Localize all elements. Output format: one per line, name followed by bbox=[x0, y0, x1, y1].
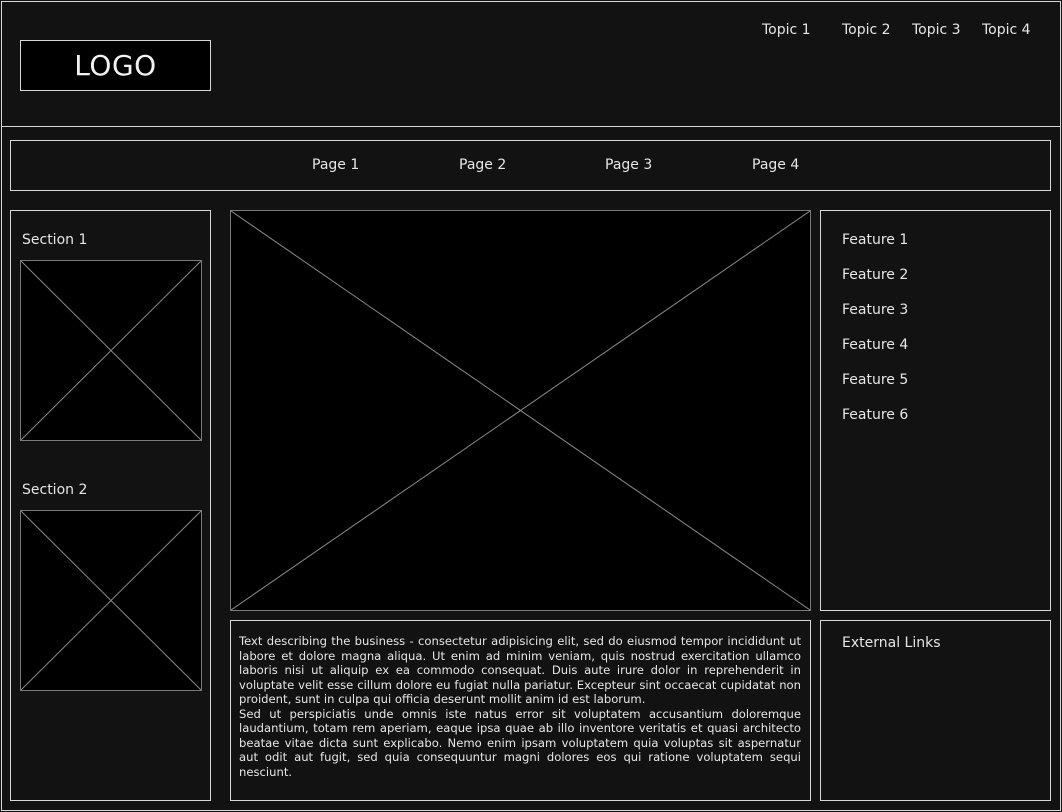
feature-link-5[interactable]: Feature 5 bbox=[842, 372, 908, 388]
page-link-2[interactable]: Page 2 bbox=[459, 157, 506, 173]
external-links-title[interactable]: External Links bbox=[842, 635, 941, 651]
section-1-image-placeholder bbox=[20, 260, 202, 441]
topic-link-4[interactable]: Topic 4 bbox=[982, 22, 1031, 38]
business-paragraph-2: Sed ut perspiciatis unde omnis iste natu… bbox=[239, 706, 801, 779]
topic-link-2[interactable]: Topic 2 bbox=[842, 22, 891, 38]
feature-link-1[interactable]: Feature 1 bbox=[842, 232, 908, 248]
page-link-3[interactable]: Page 3 bbox=[605, 157, 652, 173]
section-2-image-placeholder bbox=[20, 510, 202, 691]
topic-link-3[interactable]: Topic 3 bbox=[912, 22, 961, 38]
main-image-placeholder bbox=[230, 210, 811, 611]
page-link-1[interactable]: Page 1 bbox=[312, 157, 359, 173]
feature-link-4[interactable]: Feature 4 bbox=[842, 337, 908, 353]
section-title-1: Section 1 bbox=[22, 232, 88, 248]
page-nav-bar bbox=[10, 140, 1051, 191]
feature-link-2[interactable]: Feature 2 bbox=[842, 267, 908, 283]
feature-link-3[interactable]: Feature 3 bbox=[842, 302, 908, 318]
feature-link-6[interactable]: Feature 6 bbox=[842, 407, 908, 423]
business-description: Text describing the business - consectet… bbox=[239, 634, 801, 779]
page-link-4[interactable]: Page 4 bbox=[752, 157, 799, 173]
logo[interactable]: LOGO bbox=[20, 40, 211, 91]
section-title-2: Section 2 bbox=[22, 482, 88, 498]
topic-link-1[interactable]: Topic 1 bbox=[762, 22, 811, 38]
business-paragraph-1: Text describing the business - consectet… bbox=[239, 634, 801, 706]
